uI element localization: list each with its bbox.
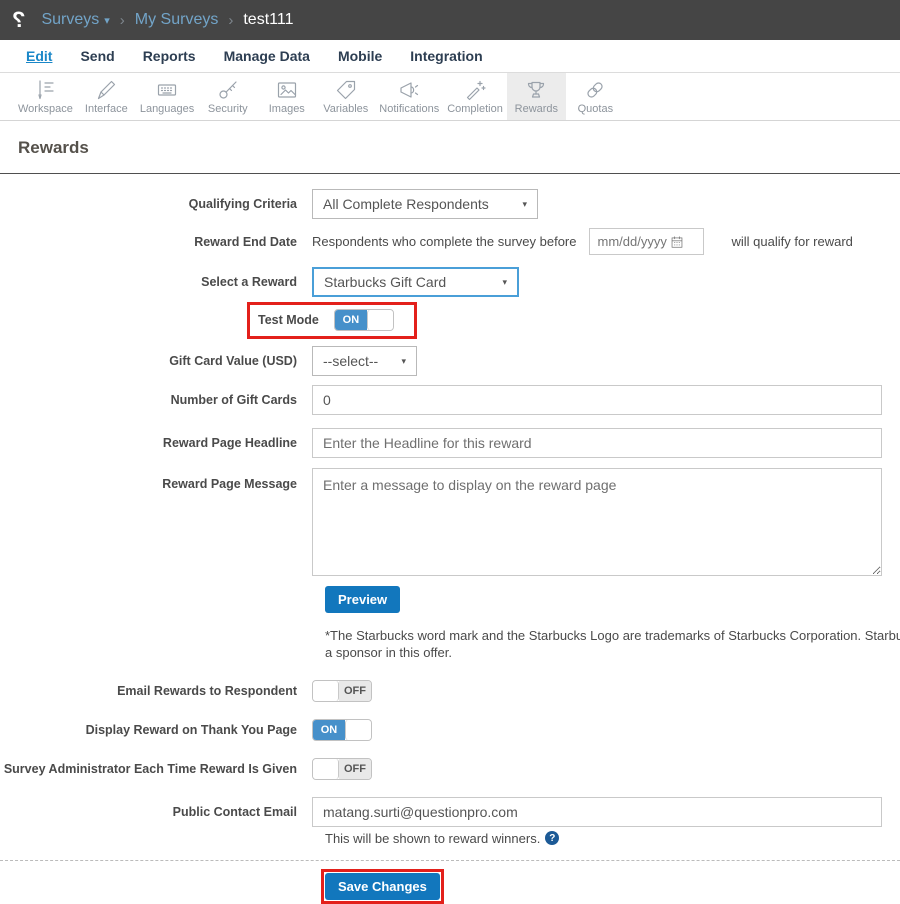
save-changes-button[interactable]: Save Changes [325, 872, 440, 900]
toolbar-item-rewards[interactable]: Rewards [506, 73, 566, 120]
number-of-gift-cards-input[interactable] [312, 385, 882, 415]
magic-wand-icon [463, 77, 487, 103]
reward-page-message-label: Reward Page Message [162, 477, 297, 491]
trophy-icon [524, 77, 548, 103]
help-icon[interactable]: ? [545, 831, 560, 846]
email-rewards-label: Email Rewards to Respondent [117, 683, 297, 698]
toolbar-item-interface[interactable]: Interface [77, 73, 136, 120]
toolbar-item-variables[interactable]: Variables [316, 73, 375, 120]
image-icon [275, 77, 299, 103]
tab-manage-data[interactable]: Manage Data [210, 48, 324, 64]
public-contact-email-label: Public Contact Email [172, 804, 297, 819]
main-nav: Edit Send Reports Manage Data Mobile Int… [0, 40, 900, 73]
megaphone-icon [397, 77, 421, 103]
tag-icon [334, 77, 358, 103]
toolbar-item-quotas[interactable]: Quotas [566, 73, 625, 120]
save-annotation-box: Save Changes [321, 868, 444, 904]
toolbar-item-security[interactable]: Security [198, 73, 257, 120]
key-icon [216, 77, 240, 103]
select-reward-label: Select a Reward [201, 275, 297, 289]
caret-down-icon: ▾ [502, 276, 507, 287]
test-mode-annotation-box: Test Mode ON [247, 302, 417, 339]
toggle-knob [345, 719, 371, 740]
page-title: Rewards [18, 138, 89, 157]
test-mode-toggle[interactable]: ON [333, 309, 394, 331]
tab-reports[interactable]: Reports [129, 48, 210, 64]
breadcrumb-separator: › [228, 11, 234, 29]
caret-down-icon: ▾ [522, 198, 527, 209]
top-bar: ? Surveys ▾ › My Surveys › test111 [0, 0, 900, 40]
toggle-knob [313, 680, 339, 701]
public-contact-email-input[interactable] [312, 796, 882, 827]
toggle-knob [366, 310, 393, 330]
chevron-down-icon: ▾ [104, 15, 110, 27]
number-of-gift-cards-label: Number of Gift Cards [170, 393, 297, 407]
qualifying-criteria-label: Qualifying Criteria [188, 197, 297, 211]
tab-mobile[interactable]: Mobile [324, 48, 396, 64]
reward-page-headline-label: Reward Page Headline [162, 436, 297, 450]
reward-end-date-field [588, 228, 704, 255]
gift-card-value-label: Gift Card Value (USD) [169, 354, 297, 368]
breadcrumb-my-surveys[interactable]: My Surveys [135, 11, 219, 29]
breadcrumb-survey-name: test111 [243, 11, 294, 28]
end-date-after-text: will qualify for reward [731, 234, 853, 249]
email-admin-toggle[interactable]: OFF [312, 757, 372, 780]
rewards-form: Qualifying Criteria All Complete Respond… [0, 174, 900, 904]
pen-icon [94, 77, 118, 103]
caret-down-icon: ▾ [401, 355, 406, 366]
reward-page-headline-input[interactable] [312, 428, 882, 458]
tab-edit[interactable]: Edit [12, 48, 66, 64]
keyboard-icon [155, 77, 179, 103]
gift-card-value-select[interactable]: --select-- ▾ [312, 346, 417, 376]
workspace-icon [33, 77, 57, 103]
chain-links-icon [583, 77, 607, 103]
toolbar-item-images[interactable]: Images [257, 73, 316, 120]
reward-end-date-label: Reward End Date [194, 234, 297, 249]
display-reward-label: Display Reward on Thank You Page [85, 722, 297, 737]
email-admin-label: Email Survey Administrator Each Time Rew… [0, 761, 297, 776]
select-reward-select[interactable]: Starbucks Gift Card ▾ [312, 267, 519, 297]
email-rewards-toggle[interactable]: OFF [312, 679, 372, 702]
test-mode-label: Test Mode [258, 313, 319, 327]
toolbar-item-notifications[interactable]: Notifications [375, 73, 443, 120]
breadcrumb-surveys-menu[interactable]: Surveys ▾ [41, 11, 109, 29]
preview-button[interactable]: Preview [325, 586, 401, 613]
qualifying-criteria-select[interactable]: All Complete Respondents ▾ [312, 189, 538, 219]
calendar-icon[interactable] [670, 235, 684, 249]
starbucks-disclaimer: *The Starbucks word mark and the Starbuc… [325, 628, 900, 660]
toolbar-item-languages[interactable]: Languages [136, 73, 198, 120]
toggle-knob [313, 758, 339, 779]
reward-end-date-input[interactable] [597, 234, 670, 249]
display-reward-toggle[interactable]: ON [312, 718, 372, 741]
public-email-helper-text: This will be shown to reward winners. [325, 830, 541, 846]
questionpro-logo[interactable]: ? [12, 7, 25, 33]
dashed-divider [0, 859, 900, 861]
reward-page-message-textarea[interactable] [312, 468, 882, 576]
tab-send[interactable]: Send [66, 48, 128, 64]
end-date-before-text: Respondents who complete the survey befo… [312, 234, 577, 249]
toolbar-item-completion[interactable]: Completion [443, 73, 507, 120]
breadcrumb-separator: › [119, 11, 125, 29]
tab-integration[interactable]: Integration [396, 48, 496, 64]
toolbar-item-workspace[interactable]: Workspace [14, 73, 77, 120]
settings-toolbar: Workspace Interface Languages Security I… [0, 73, 900, 121]
